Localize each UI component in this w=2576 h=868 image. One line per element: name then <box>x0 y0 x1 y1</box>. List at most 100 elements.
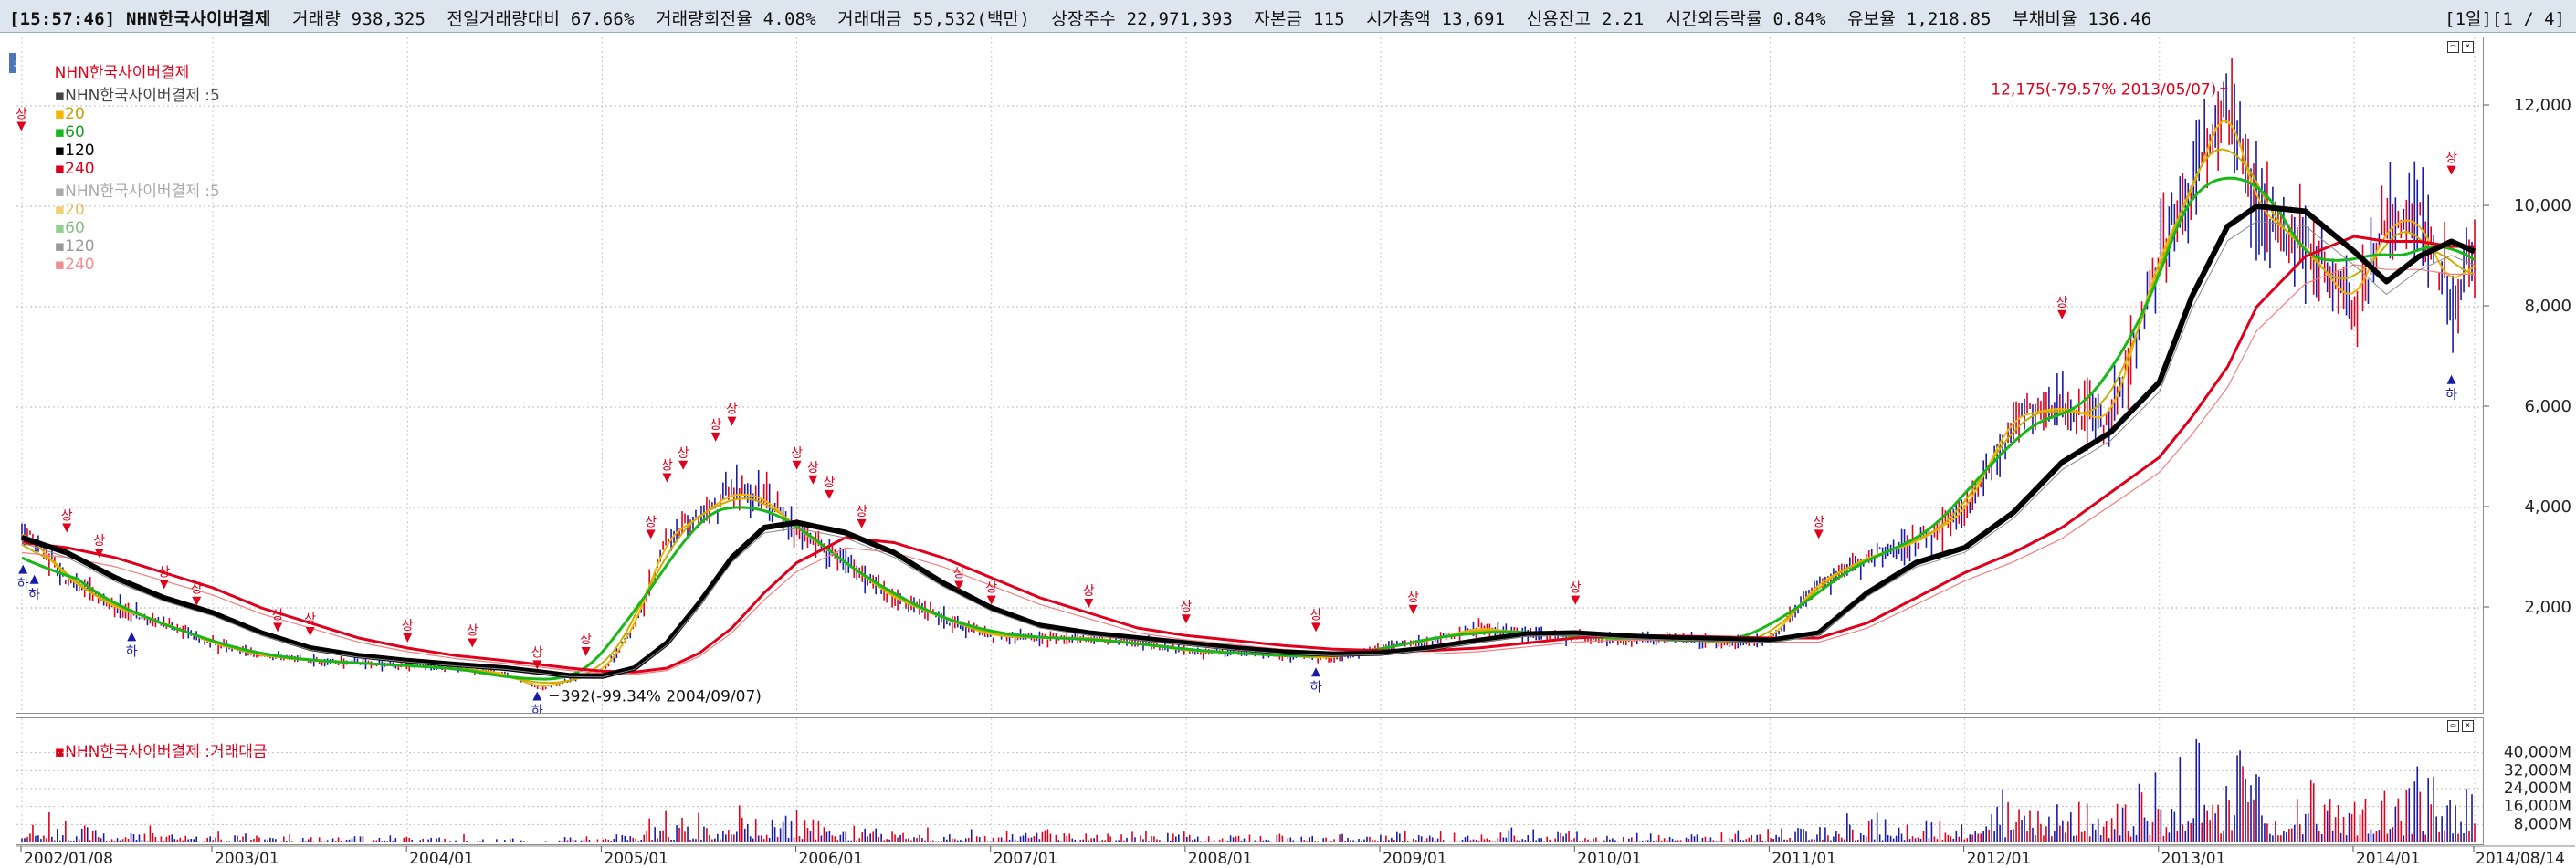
limit-down-marker: 하 <box>531 705 543 713</box>
volume-tick-label: 16,000M <box>2504 798 2571 816</box>
limit-up-marker: 상 <box>645 515 657 529</box>
limit-up-marker: 상 <box>1083 584 1095 599</box>
x-tick-label: 2009/01 <box>1383 850 1447 868</box>
limit-up-marker: 상 <box>985 581 997 596</box>
limit-up-arrow-icon <box>792 460 802 470</box>
limit-down-arrow-icon <box>18 564 28 574</box>
limit-up-arrow-icon <box>2446 165 2456 175</box>
limit-up-marker: 상 <box>467 624 478 639</box>
limit-down-marker: 하 <box>28 588 40 602</box>
limit-up-marker: 상 <box>61 509 73 524</box>
price-tick-label: 12,000 <box>2514 96 2571 115</box>
x-tick-label: 2006/01 <box>799 850 864 868</box>
ma60-line <box>21 176 2476 681</box>
limit-up-arrow-icon <box>1084 599 1094 608</box>
limit-up-marker: 상 <box>710 418 721 433</box>
limit-up-arrow-icon <box>62 523 72 533</box>
limit-up-marker: 상 <box>1180 600 1192 614</box>
ma240-thin-line <box>21 264 2475 675</box>
limit-down-arrow-icon <box>127 632 137 642</box>
stock-name: NHN한국사이버결제 <box>126 9 271 29</box>
stock-stats: [15:57:46] NHN한국사이버결제 거래량 938,325 전일거래량대… <box>9 5 2151 30</box>
limit-up-marker: 상 <box>158 565 170 580</box>
limit-up-marker: 상 <box>304 612 316 627</box>
price-tick-label: 4,000 <box>2524 497 2571 517</box>
low-annotation: 392(-99.34% 2004/09/07) <box>561 687 762 706</box>
limit-up-marker: 상 <box>2445 152 2457 166</box>
limit-up-marker: 상 <box>191 582 203 597</box>
limit-up-arrow-icon <box>1408 604 1418 614</box>
limit-up-marker: 상 <box>824 476 836 490</box>
time-label: [15:57:46] <box>9 9 116 29</box>
x-tick-label: 2003/01 <box>215 850 279 868</box>
volume-tick-label: 40,000M <box>2504 744 2571 762</box>
page-indicator[interactable]: [1일][1 / 4] <box>2445 5 2565 30</box>
stats-text: 거래량 938,325 전일거래량대비 67.66% 거래량회전율 4.08% … <box>292 9 2152 29</box>
limit-up-arrow-icon <box>305 626 315 636</box>
x-tick-label: 2014/01 <box>2356 850 2421 868</box>
limit-up-arrow-icon <box>646 529 656 539</box>
limit-up-arrow-icon <box>468 638 478 648</box>
limit-down-arrow-icon <box>532 691 542 701</box>
limit-down-marker: 하 <box>17 578 29 592</box>
price-tick-label: 6,000 <box>2524 397 2571 416</box>
limit-down-marker: 하 <box>2445 388 2457 403</box>
ma120-line <box>21 204 2476 679</box>
price-chart: 12,175(-79.57% 2013/05/07) 392(-99.34% 20… <box>16 37 2483 713</box>
x-tick-label: 2004/01 <box>409 850 474 868</box>
volume-chart <box>16 718 2483 844</box>
limit-up-marker: 상 <box>93 534 105 549</box>
limit-up-marker: 상 <box>2056 296 2068 310</box>
volume-panel[interactable]: ▪NHN한국사이버결제 :거래대금 ▭ × <box>16 717 2484 845</box>
limit-up-marker: 상 <box>807 461 819 476</box>
limit-down-arrow-icon <box>29 574 39 584</box>
volume-tick-label: 8,000M <box>2514 815 2571 833</box>
limit-up-arrow-icon <box>808 475 818 485</box>
limit-down-marker: 하 <box>1310 680 1322 695</box>
volume-y-axis: 8,000M16,000M24,000M32,000M40,000M <box>2504 744 2571 834</box>
x-tick-label: 2010/01 <box>1577 850 1642 868</box>
limit-up-arrow-icon <box>710 432 720 442</box>
date-x-axis: 2002/01/08 2003/01 2004/01 2005/01 2006/01 20… <box>16 845 2575 868</box>
stock-info-bar: [15:57:46] NHN한국사이버결제 거래량 938,325 전일거래량대… <box>0 0 2576 33</box>
price-tick-label: 8,000 <box>2524 297 2571 316</box>
limit-up-arrow-icon <box>581 646 591 656</box>
x-tick-label: 2014/08/14 <box>2476 850 2565 868</box>
x-tick-label: 2007/01 <box>994 850 1058 868</box>
limit-up-marker: 상 <box>16 108 27 122</box>
x-tick-label: 2012/01 <box>1967 850 2032 868</box>
limit-up-arrow-icon <box>1181 614 1191 624</box>
limit-up-arrow-icon <box>1571 595 1581 605</box>
x-tick-label: 2013/01 <box>2161 850 2226 868</box>
limit-down-arrow-icon <box>2446 374 2456 384</box>
ma5-line <box>21 120 2476 687</box>
x-tick-label: 2005/01 <box>604 850 668 868</box>
limit-up-marker: 상 <box>531 645 543 660</box>
limit-up-marker: 상 <box>1813 515 1824 529</box>
limit-up-marker: 상 <box>953 567 965 581</box>
x-tick-label: 2008/01 <box>1188 850 1253 868</box>
limit-up-marker: 상 <box>272 608 284 622</box>
limit-up-arrow-icon <box>678 460 689 470</box>
price-tick-label: 2,000 <box>2524 598 2571 617</box>
limit-up-marker: 상 <box>1310 608 1322 622</box>
ma120-thin-line <box>21 221 2476 678</box>
limit-up-arrow-icon <box>662 473 672 483</box>
limit-up-marker: 상 <box>856 505 867 519</box>
volume-tick-label: 24,000M <box>2504 779 2571 798</box>
limit-up-arrow-icon <box>273 622 283 633</box>
ma240-line <box>21 235 2475 674</box>
limit-up-arrow-icon <box>825 489 835 499</box>
limit-up-marker: 상 <box>402 619 414 633</box>
price-y-axis: 2,000 4,000 6,000 8,000 10,000 12,000 <box>2484 96 2571 617</box>
price-tick-label: 10,000 <box>2514 196 2571 215</box>
price-panel[interactable]: NHN한국사이버결제 ▪NHN한국사이버결제 :5 ▪20 ▪60 ▪120 ▪… <box>16 37 2484 714</box>
limit-up-arrow-icon <box>403 633 413 643</box>
high-annotation: 12,175(-79.57% 2013/05/07) <box>1991 80 2216 99</box>
limit-down-marker: 하 <box>126 644 138 659</box>
limit-up-marker: 상 <box>791 446 803 461</box>
limit-up-arrow-icon <box>1814 529 1824 539</box>
limit-up-marker: 상 <box>580 633 592 647</box>
limit-up-arrow-icon <box>1311 622 1321 633</box>
x-tick-label: 2011/01 <box>1772 850 1836 868</box>
